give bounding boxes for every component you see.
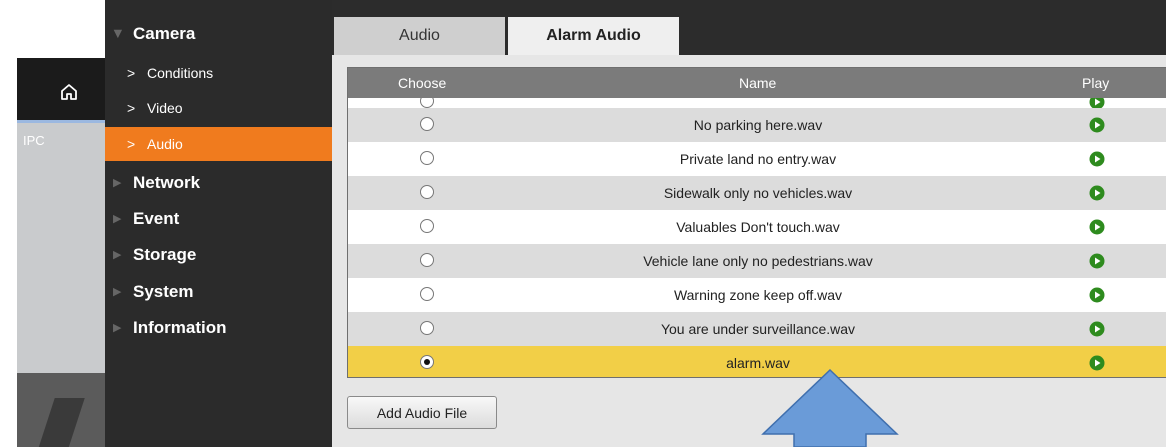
table-row[interactable]: Valuables Don't touch.wav xyxy=(348,210,1166,244)
sidebar-subitem-label: Audio xyxy=(147,136,183,152)
collapsed-triangle-icon: ▶ xyxy=(113,213,122,225)
sidebar-item-label: Information xyxy=(133,318,227,337)
table-row[interactable]: You are under surveillance.wav xyxy=(348,312,1166,346)
sidebar-item-system[interactable]: ▶ System xyxy=(105,274,332,310)
chevron-right-icon: > xyxy=(127,136,136,152)
collapsed-triangle-icon: ▶ xyxy=(113,286,122,298)
play-icon[interactable] xyxy=(1089,321,1105,337)
play-icon[interactable] xyxy=(1089,117,1105,133)
tab-alarm-audio[interactable]: Alarm Audio xyxy=(508,17,679,55)
sidebar-subitem-conditions[interactable]: > Conditions xyxy=(105,56,332,90)
radio-button[interactable] xyxy=(420,117,434,131)
play-icon[interactable] xyxy=(1089,287,1105,303)
play-icon[interactable] xyxy=(1089,151,1105,167)
content-area: Audio Alarm Audio Choose Name Play No pa… xyxy=(332,0,1166,447)
column-header-choose: Choose xyxy=(398,75,447,91)
tab-bar: Audio Alarm Audio xyxy=(332,0,1166,55)
preview-label: IPC xyxy=(23,133,45,148)
file-name: Warning zone keep off.wav xyxy=(673,287,843,303)
file-name: Private land no entry.wav xyxy=(679,151,837,167)
play-icon[interactable] xyxy=(1089,219,1105,235)
play-icon[interactable] xyxy=(1089,355,1105,371)
home-icon[interactable] xyxy=(59,82,79,102)
sidebar-item-label: Event xyxy=(133,209,180,228)
sidebar: ▶ Camera > Conditions > Video > Audio ▶ … xyxy=(105,0,332,447)
sidebar-item-label: Camera xyxy=(133,24,196,43)
chevron-right-icon: > xyxy=(127,100,136,116)
chevron-right-icon: > xyxy=(127,65,136,81)
sidebar-subitem-audio[interactable]: > Audio xyxy=(105,127,332,161)
table-row[interactable]: Sidewalk only no vehicles.wav xyxy=(348,176,1166,210)
add-audio-file-button[interactable]: Add Audio File xyxy=(347,396,497,429)
expanded-triangle-icon: ▶ xyxy=(112,29,125,39)
collapsed-triangle-icon: ▶ xyxy=(113,322,122,334)
file-name: No parking here.wav xyxy=(693,117,823,133)
radio-button[interactable] xyxy=(420,287,434,301)
sidebar-item-event[interactable]: ▶ Event xyxy=(105,201,332,237)
annotation-arrow-icon xyxy=(761,369,899,447)
sidebar-subitem-video[interactable]: > Video xyxy=(105,91,332,125)
tab-audio[interactable]: Audio xyxy=(334,17,505,55)
sidebar-item-network[interactable]: ▶ Network xyxy=(105,165,332,201)
sidebar-item-label: Network xyxy=(133,173,201,192)
sidebar-subitem-label: Video xyxy=(147,100,183,116)
column-header-name: Name xyxy=(739,75,777,91)
sidebar-item-storage[interactable]: ▶ Storage xyxy=(105,237,332,273)
sidebar-subitem-label: Conditions xyxy=(147,65,214,81)
radio-button[interactable] xyxy=(420,321,434,335)
file-name: Vehicle lane only no pedestrians.wav xyxy=(643,253,873,269)
camera-preview: IPC xyxy=(17,120,105,447)
table-row[interactable]: No parking here.wav xyxy=(348,108,1166,142)
collapsed-triangle-icon: ▶ xyxy=(113,249,122,261)
table-row-selected[interactable]: alarm.wav xyxy=(348,346,1166,377)
play-icon[interactable] xyxy=(1089,253,1105,269)
table-row[interactable]: Warning zone keep off.wav xyxy=(348,278,1166,312)
radio-button[interactable] xyxy=(420,185,434,199)
radio-button[interactable] xyxy=(420,151,434,165)
radio-button[interactable] xyxy=(420,219,434,233)
table-row[interactable]: Private land no entry.wav xyxy=(348,142,1166,176)
radio-button[interactable] xyxy=(420,253,434,267)
sidebar-item-label: Storage xyxy=(133,245,197,264)
table-row[interactable]: Vehicle lane only no pedestrians.wav xyxy=(348,244,1166,278)
file-name: Valuables Don't touch.wav xyxy=(676,219,840,235)
file-name: Sidewalk only no vehicles.wav xyxy=(663,185,853,201)
sidebar-item-camera[interactable]: ▶ Camera xyxy=(105,16,332,52)
play-icon[interactable] xyxy=(1089,185,1105,201)
table-header: Choose Name Play xyxy=(348,68,1166,98)
column-header-play: Play xyxy=(1082,75,1110,91)
sidebar-item-label: System xyxy=(133,282,194,301)
collapsed-triangle-icon: ▶ xyxy=(113,177,122,189)
file-name: You are under surveillance.wav xyxy=(660,321,856,337)
radio-button-checked[interactable] xyxy=(420,355,434,369)
file-name: alarm.wav xyxy=(726,355,790,371)
sidebar-item-information[interactable]: ▶ Information xyxy=(105,310,332,346)
alarm-audio-table: Choose Name Play No parking here.wav Pri… xyxy=(347,67,1166,378)
